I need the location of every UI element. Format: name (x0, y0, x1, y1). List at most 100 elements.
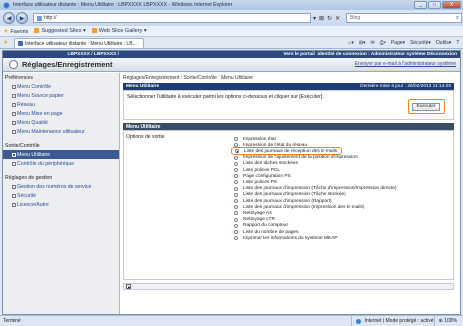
radio-button[interactable] (234, 230, 238, 234)
favorites-button[interactable]: ★ Favoris (3, 27, 28, 35)
output-option[interactable]: Liste des journaux d'impression (Impress… (234, 204, 364, 210)
suggested-sites-link[interactable]: Suggested Sites ▾ (34, 28, 86, 34)
radio-button[interactable] (234, 217, 238, 222)
minimize-button[interactable]: _ (414, 1, 427, 9)
output-option[interactable]: Liste polices PS (234, 179, 277, 185)
search-icon[interactable]: ⌕ (456, 15, 459, 22)
options-panel: Options de sortie Impression état Impress… (123, 130, 454, 280)
favorites-center-icon[interactable]: ★ (3, 39, 14, 48)
sidebar-item-menu-source-papier[interactable]: Menu Source papier (3, 91, 119, 100)
security-menu-label: Sécurité (410, 40, 429, 46)
dropdown-icon[interactable]: ▾ (313, 15, 316, 22)
option-label: Nettoyage A4 (243, 210, 272, 216)
radio-button[interactable] (234, 168, 238, 172)
output-option[interactable]: Liste des journaux d'impression (Tâche s… (234, 192, 346, 198)
back-to-top-icon[interactable]: ▲ (126, 284, 131, 289)
radio-button[interactable] (235, 149, 239, 154)
globe-icon (356, 318, 362, 324)
stop-icon[interactable]: ✕ (335, 15, 340, 22)
sidebar-item-menu-qualite[interactable]: Menu Qualité (3, 118, 119, 127)
sidebar-item-maintenance[interactable]: Menu Maintenance utilisateur (3, 127, 119, 136)
output-option[interactable]: Liste des tâches stockées (234, 161, 298, 167)
output-option[interactable]: Liste des journaux d'impression (Rapport… (234, 198, 332, 204)
sidebar-item-mise-en-page[interactable]: Menu Mise en page (3, 109, 119, 118)
zoom-control[interactable]: ⊕ 100% (433, 315, 463, 326)
zone-text: Internet | Mode protégé : activé (364, 318, 434, 324)
output-option[interactable]: Page configuration PS (234, 173, 291, 179)
search-input[interactable]: Bing ⌕ (346, 13, 463, 23)
radio-button[interactable] (234, 211, 238, 216)
output-option[interactable]: Nettoyage LTR (234, 217, 275, 223)
sidebar-item-numeros-service[interactable]: Gestion des numéros de service (3, 182, 119, 191)
radio-button[interactable] (234, 192, 238, 197)
output-option[interactable]: Imprimer les informations du système MEA… (234, 235, 338, 241)
radio-button[interactable] (234, 186, 238, 191)
refresh-icon[interactable]: ↻ (327, 15, 332, 22)
radio-button[interactable] (234, 205, 238, 210)
help-menu[interactable]: ? (456, 40, 459, 46)
option-label: Liste des tâches stockées (243, 161, 298, 167)
breadcrumb: Réglages/Enregistrement : Sortie/Contrôl… (123, 75, 254, 81)
web-slice-label: Web Slice Gallery (98, 28, 143, 34)
instruction-text: Sélectionner l'utilitaire à exécuter par… (127, 94, 324, 100)
compat-view-icon[interactable]: ⊠ (319, 15, 324, 22)
status-bar: Terminé Internet | Mode protégé : activé… (0, 315, 463, 326)
address-url: http:// (44, 15, 57, 21)
web-slice-link[interactable]: Web Slice Gallery ▾ (91, 28, 147, 34)
radio-button[interactable] (234, 137, 238, 141)
address-input[interactable]: http:// (33, 13, 311, 23)
login-text[interactable]: Identité de connexion : Administrateur s… (318, 52, 458, 57)
option-label: Liste polices PS (243, 179, 278, 185)
mail-icon[interactable]: ✉ (371, 40, 375, 46)
output-option[interactable]: Liste des journaux d'impression (Tâche d… (234, 186, 397, 192)
slice-icon (91, 28, 97, 34)
tab-page-icon (18, 41, 23, 46)
star-icon: ★ (3, 28, 9, 35)
radio-button[interactable] (234, 155, 238, 160)
output-option[interactable]: Liste polices PCL (234, 167, 280, 173)
radio-button[interactable] (234, 180, 238, 185)
output-option[interactable]: Impression de l'ajustement de la positio… (234, 155, 358, 161)
home-icon[interactable]: ⌂▾ (348, 40, 354, 46)
forward-button[interactable]: ▶ (16, 12, 28, 24)
security-zone[interactable]: Internet | Mode protégé : activé (351, 315, 434, 326)
output-option[interactable]: Nettoyage A4 (234, 210, 272, 216)
feeds-icon[interactable]: ⊞▾ (359, 40, 366, 46)
execute-button[interactable]: Exécuter (412, 103, 440, 111)
radio-button[interactable] (234, 161, 238, 166)
maximize-button[interactable]: □ (428, 1, 441, 9)
output-option[interactable]: Liste du nombre de pages (234, 229, 298, 235)
sidebar-item-reseau[interactable]: Réseau (3, 100, 119, 109)
sidebar-item-licence-autre[interactable]: Licence/Autre (3, 200, 119, 209)
page-menu[interactable]: Page▾ (391, 40, 405, 46)
output-option[interactable]: Rapport du compteur (234, 223, 288, 229)
tools-menu-label: Outils (435, 40, 449, 46)
feed-icon (34, 28, 40, 34)
email-admin-link[interactable]: Envoyer par e-mail à l'administrateur sy… (355, 61, 456, 67)
command-bar: ⌂▾ ⊞▾ ✉ ⎙▾ Page▾ Sécurité▾ Outils▾ ? (348, 38, 463, 48)
execute-highlight: Exécuter (408, 99, 445, 114)
back-button[interactable]: ◀ (3, 12, 15, 24)
radio-button[interactable] (234, 174, 238, 179)
favorites-label: Favoris (10, 29, 29, 35)
sidebar-item-controle-peripherique[interactable]: Contrôle du périphérique (3, 159, 119, 168)
radio-button[interactable] (234, 199, 238, 203)
sidebar-item-menu-utilitaire[interactable]: Menu Utilitaire (3, 150, 119, 159)
top-strip: LBPXXXX / LBPXXXX / Vers le portail Iden… (3, 51, 460, 58)
tools-menu[interactable]: Outils▾ (436, 40, 451, 46)
security-menu[interactable]: Sécurité▾ (410, 40, 431, 46)
print-icon[interactable]: ⎙▾ (380, 40, 386, 46)
page-content: LBPXXXX / LBPXXXX / Vers le portail Iden… (2, 50, 461, 315)
radio-button[interactable] (234, 223, 238, 228)
output-option[interactable]: Impression état (234, 136, 276, 142)
suggested-sites-label: Suggested Sites (41, 28, 82, 34)
section-header: Menu Utilitaire (123, 123, 454, 130)
login-info: Vers le portail Identité de connexion : … (283, 52, 460, 57)
portal-link[interactable]: Vers le portail (283, 52, 314, 57)
radio-button[interactable] (234, 236, 238, 241)
page-icon (37, 15, 42, 21)
sidebar-item-menu-controle[interactable]: Menu Contrôle (3, 82, 119, 91)
close-window-button[interactable]: X (442, 1, 461, 9)
browser-tab[interactable]: Interface utilisateur distante : Menu Ut… (14, 38, 144, 48)
sidebar-item-securite[interactable]: Sécurité (3, 191, 119, 200)
